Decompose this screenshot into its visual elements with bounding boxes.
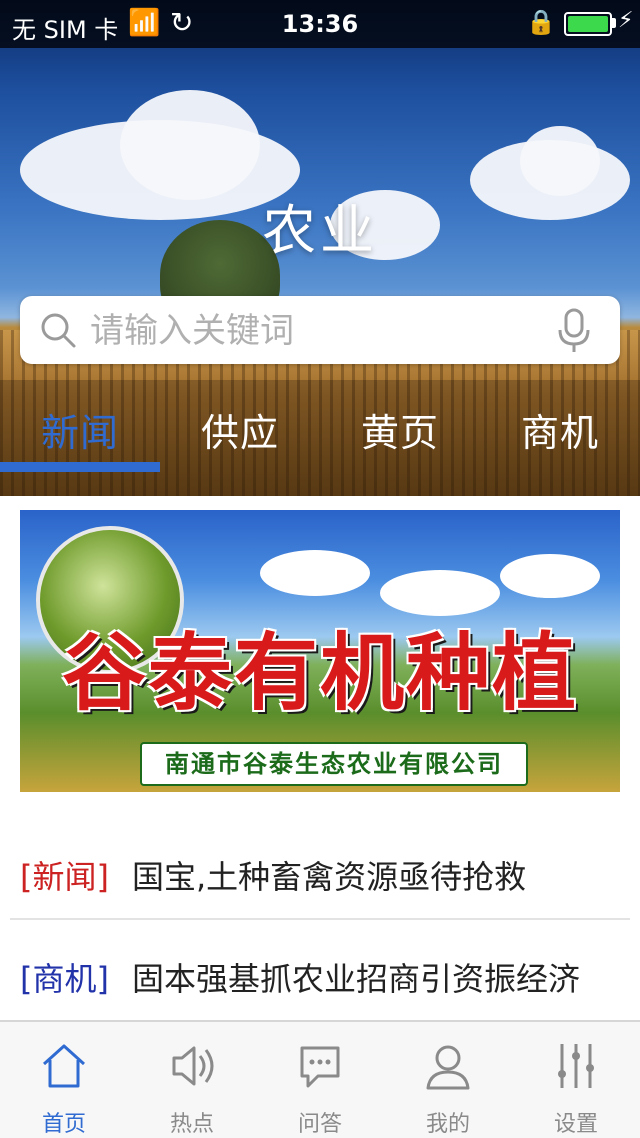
nav-settings[interactable]: 设置 (512, 1022, 640, 1138)
news-tag: [商机] (20, 960, 109, 998)
tab-yellow-pages[interactable]: 黄页 (320, 402, 480, 457)
status-bar: 无 SIM 卡 📶 ↻ 13:36 🔒 ⚡ (0, 0, 640, 48)
microphone-icon[interactable] (554, 306, 594, 356)
nav-label: 问答 (297, 1112, 342, 1137)
banner-title: 谷泰有机种植 (61, 624, 578, 722)
nav-label: 设置 (553, 1112, 598, 1137)
bottom-nav: 首页 热点 问答 我的 设置 (0, 1020, 640, 1138)
nav-label: 首页 (41, 1112, 86, 1137)
news-title: 国宝,土种畜禽资源亟待抢救 (132, 858, 527, 896)
search-bar[interactable] (20, 296, 620, 364)
charging-icon: ⚡ (618, 8, 634, 33)
tab-indicator (0, 462, 160, 472)
nav-home[interactable]: 首页 (0, 1022, 128, 1138)
nav-qa[interactable]: 问答 (256, 1022, 384, 1138)
tab-business[interactable]: 商机 (480, 402, 640, 457)
battery-icon (564, 12, 612, 36)
nav-hot[interactable]: 热点 (128, 1022, 256, 1138)
sliders-icon (558, 1044, 594, 1088)
search-icon (41, 313, 76, 348)
search-input[interactable] (88, 304, 532, 358)
list-item[interactable]: [新闻] 国宝,土种畜禽资源亟待抢救 (10, 818, 630, 918)
page-title: 农业 (262, 199, 378, 262)
rotation-lock-icon: 🔒 (526, 8, 556, 36)
news-title: 固本强基抓农业招商引资振经济 (132, 960, 581, 998)
user-icon (426, 1045, 470, 1090)
nav-label: 我的 (425, 1112, 470, 1137)
list-item[interactable]: [商机] 固本强基抓农业招商引资振经济 (10, 920, 630, 1020)
chat-icon (300, 1046, 340, 1088)
battery-tip (612, 18, 616, 28)
nav-label: 热点 (169, 1112, 214, 1137)
nav-mine[interactable]: 我的 (384, 1022, 512, 1138)
category-tabs: 新闻 供应 黄页 商机 (0, 380, 640, 496)
speaker-icon (172, 1046, 214, 1086)
banner-company: 南通市谷泰生态农业有限公司 (140, 742, 528, 786)
promo-banner[interactable]: 谷泰有机种植 南通市谷泰生态农业有限公司 (20, 510, 620, 792)
tab-news[interactable]: 新闻 (0, 402, 160, 457)
home-icon (42, 1044, 86, 1088)
news-tag: [新闻] (20, 858, 109, 896)
tab-supply[interactable]: 供应 (160, 402, 320, 457)
